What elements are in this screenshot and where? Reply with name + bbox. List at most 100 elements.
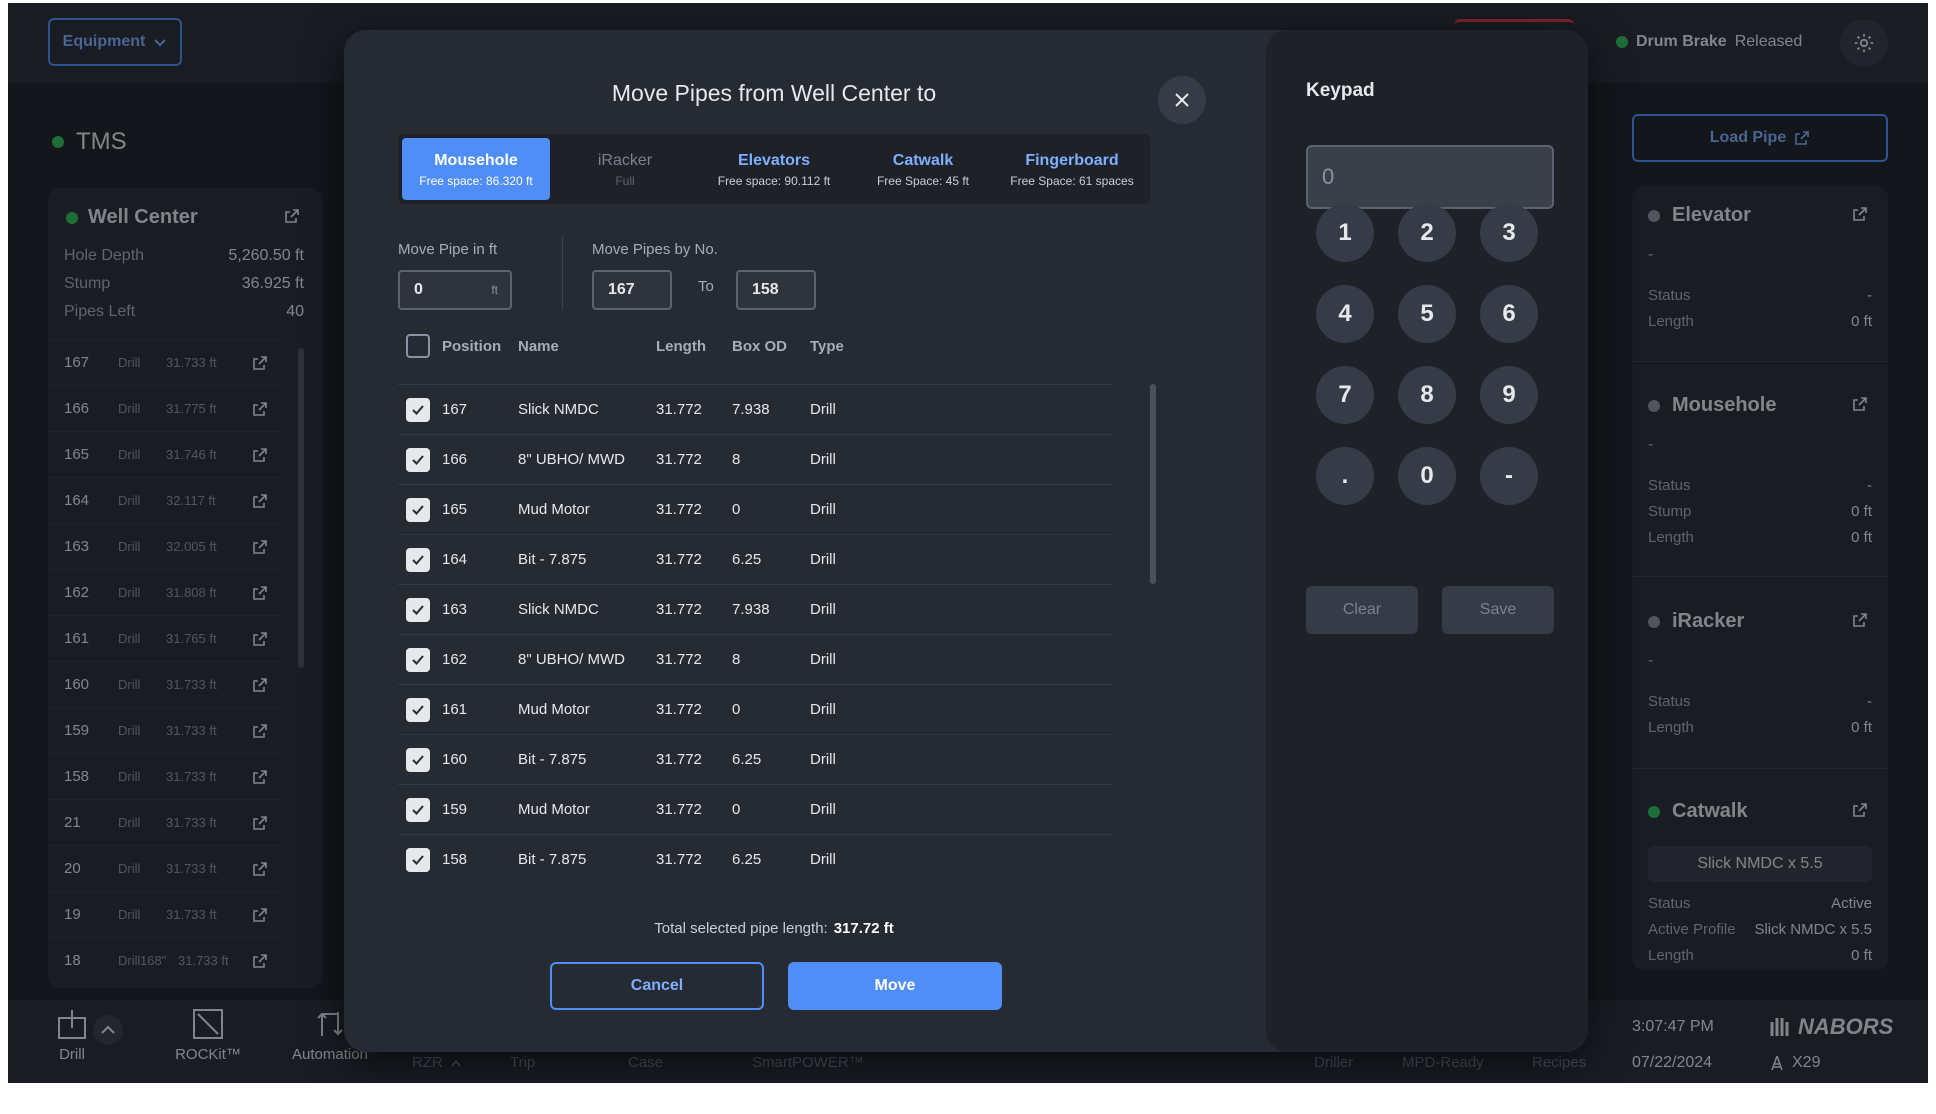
cell-type: Drill — [810, 401, 836, 418]
row-checkbox-cell — [398, 597, 442, 622]
col-name: Name — [518, 337, 559, 355]
cell-position: 158 — [442, 851, 468, 868]
move-ft-label: Move Pipe in ft — [398, 241, 498, 258]
cell-length: 31.772 — [656, 551, 702, 568]
total-length: Total selected pipe length: 317.72 ft — [344, 920, 1204, 937]
check-icon — [412, 754, 424, 765]
select-all-checkbox[interactable] — [406, 334, 430, 358]
to-label: To — [698, 278, 714, 295]
close-button[interactable] — [1158, 76, 1206, 124]
table-row[interactable]: 160 Bit - 7.875 31.772 6.25 Drill — [398, 734, 1112, 784]
row-checkbox-cell — [398, 447, 442, 472]
col-position: Position — [442, 337, 502, 355]
check-icon — [412, 454, 424, 465]
keypad-key[interactable]: 7 — [1316, 366, 1374, 424]
tab-elevators[interactable]: Elevators Free space: 90.112 ft — [700, 138, 848, 200]
keypad-key[interactable]: 9 — [1480, 366, 1538, 424]
move-ft-input[interactable]: 0 ft — [398, 270, 512, 310]
cell-position: 159 — [442, 801, 468, 818]
to-pipe-input[interactable]: 158 — [736, 270, 816, 310]
keypad-panel: Keypad 0 123456789.0- Clear Save — [1266, 30, 1588, 1052]
keypad-key[interactable]: - — [1480, 447, 1538, 505]
check-icon — [412, 504, 424, 515]
row-checkbox-cell — [398, 547, 442, 572]
col-length: Length — [656, 337, 706, 355]
save-button[interactable]: Save — [1442, 586, 1554, 634]
keypad-key[interactable]: 2 — [1398, 204, 1456, 262]
table-row[interactable]: 162 8" UBHO/ MWD 31.772 8 Drill — [398, 634, 1112, 684]
row-checkbox[interactable] — [406, 797, 430, 822]
cell-length: 31.772 — [656, 701, 702, 718]
keypad-key[interactable]: 6 — [1480, 285, 1538, 343]
pipe-table-header: Position Name Length Box OD Type — [398, 328, 1112, 364]
keypad-key[interactable]: 3 — [1480, 204, 1538, 262]
cell-box-od: 0 — [732, 501, 741, 518]
tab-catwalk[interactable]: Catwalk Free Space: 45 ft — [849, 138, 997, 200]
tab-mousehole[interactable]: Mousehole Free space: 86.320 ft — [402, 138, 550, 200]
tab-name: Mousehole — [434, 152, 518, 169]
table-row[interactable]: 159 Mud Motor 31.772 0 Drill — [398, 784, 1112, 834]
keypad-key[interactable]: 8 — [1398, 366, 1456, 424]
keypad-key[interactable]: 1 — [1316, 204, 1374, 262]
select-all-cell — [398, 334, 442, 358]
cell-length: 31.772 — [656, 451, 702, 468]
clear-button[interactable]: Clear — [1306, 586, 1418, 634]
cell-name: Slick NMDC — [518, 401, 599, 418]
keypad-key[interactable]: 0 — [1398, 447, 1456, 505]
row-checkbox-cell — [398, 797, 442, 822]
pipe-table-scrollbar[interactable] — [1150, 384, 1156, 584]
check-icon — [412, 804, 424, 815]
cell-box-od: 7.938 — [732, 401, 770, 418]
cell-box-od: 8 — [732, 451, 741, 468]
row-checkbox[interactable] — [406, 747, 430, 772]
keypad-key[interactable]: 4 — [1316, 285, 1374, 343]
tab-free-space: Free space: 90.112 ft — [717, 174, 831, 188]
cell-box-od: 8 — [732, 651, 741, 668]
row-checkbox[interactable] — [406, 447, 430, 472]
cell-type: Drill — [810, 651, 836, 668]
table-row[interactable]: 166 8" UBHO/ MWD 31.772 8 Drill — [398, 434, 1112, 484]
keypad-key[interactable]: 5 — [1398, 285, 1456, 343]
row-checkbox[interactable] — [406, 597, 430, 622]
row-checkbox[interactable] — [406, 847, 430, 872]
move-button[interactable]: Move — [788, 962, 1002, 1010]
pipe-table-body: 167 Slick NMDC 31.772 7.938 Drill 166 8" UBHO/… — [398, 384, 1112, 884]
table-row[interactable]: 163 Slick NMDC 31.772 7.938 Drill — [398, 584, 1112, 634]
cell-position: 166 — [442, 451, 468, 468]
table-row[interactable]: 167 Slick NMDC 31.772 7.938 Drill — [398, 384, 1112, 434]
cell-length: 31.772 — [656, 501, 702, 518]
tab-free-space: Free Space: 61 spaces — [1010, 174, 1134, 188]
cell-type: Drill — [810, 451, 836, 468]
cell-position: 163 — [442, 601, 468, 618]
cell-type: Drill — [810, 801, 836, 818]
tab-fingerboard[interactable]: Fingerboard Free Space: 61 spaces — [998, 138, 1146, 200]
check-icon — [412, 704, 424, 715]
cell-position: 160 — [442, 751, 468, 768]
keypad-display[interactable]: 0 — [1306, 145, 1554, 209]
keypad-key[interactable]: . — [1316, 447, 1374, 505]
move-pipes-dialog: Move Pipes from Well Center to Mousehole… — [344, 30, 1588, 1052]
table-row[interactable]: 164 Bit - 7.875 31.772 6.25 Drill — [398, 534, 1112, 584]
cell-type: Drill — [810, 601, 836, 618]
from-pipe-input[interactable]: 167 — [592, 270, 672, 310]
move-ft-value: 0 — [414, 281, 423, 298]
row-checkbox[interactable] — [406, 397, 430, 422]
row-checkbox[interactable] — [406, 697, 430, 722]
tab-name: Fingerboard — [1025, 152, 1119, 169]
tab-name: Elevators — [737, 152, 811, 169]
table-row[interactable]: 161 Mud Motor 31.772 0 Drill — [398, 684, 1112, 734]
cell-box-od: 7.938 — [732, 601, 770, 618]
tab-iracker: iRacker Full — [551, 138, 699, 200]
row-checkbox[interactable] — [406, 647, 430, 672]
to-pipe-value: 158 — [752, 281, 779, 298]
cell-type: Drill — [810, 701, 836, 718]
row-checkbox-cell — [398, 397, 442, 422]
cell-name: 8" UBHO/ MWD — [518, 451, 625, 468]
row-checkbox[interactable] — [406, 547, 430, 572]
cancel-button[interactable]: Cancel — [550, 962, 764, 1010]
table-row[interactable]: 165 Mud Motor 31.772 0 Drill — [398, 484, 1112, 534]
row-checkbox-cell — [398, 847, 442, 872]
row-checkbox[interactable] — [406, 497, 430, 522]
tab-free-space: Full — [615, 174, 635, 188]
table-row[interactable]: 158 Bit - 7.875 31.772 6.25 Drill — [398, 834, 1112, 884]
